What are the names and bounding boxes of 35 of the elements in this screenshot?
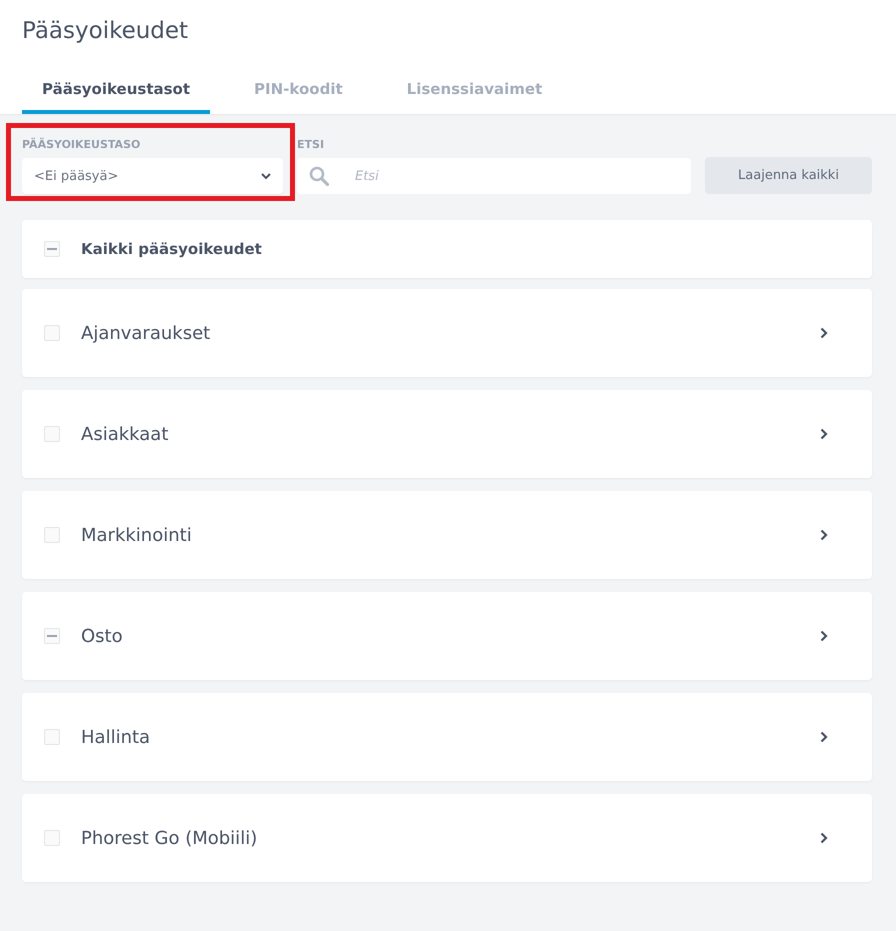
group-label: Osto [81, 626, 124, 646]
checkbox[interactable] [44, 325, 60, 341]
search-icon [309, 166, 329, 186]
chevron-down-icon [261, 172, 271, 180]
group-label: Asiakkaat [81, 424, 170, 444]
checkbox[interactable] [44, 426, 60, 442]
permission-group[interactable]: Osto [22, 592, 872, 680]
checkbox[interactable] [44, 241, 60, 257]
group-label: Phorest Go (Mobiili) [81, 828, 258, 848]
checkbox[interactable] [44, 628, 60, 644]
permission-group[interactable]: Ajanvaraukset [22, 289, 872, 377]
group-label: Markkinointi [81, 524, 193, 546]
tab[interactable]: Pääsyoikeustasot [22, 74, 210, 114]
permission-group[interactable]: Hallinta [22, 693, 872, 781]
field-label: ETSI [297, 138, 326, 151]
level-dropdown[interactable]: <Ei pääsyä> [22, 158, 283, 194]
chevron-right-icon [820, 731, 828, 743]
chevron-right-icon [820, 327, 828, 339]
row-label: Kaikki pääsyoikeudet [81, 240, 263, 258]
checkbox[interactable] [44, 830, 60, 846]
group-label: Ajanvaraukset [81, 322, 212, 344]
chevron-right-icon [820, 630, 828, 642]
chevron-right-icon [820, 832, 828, 844]
chevron-right-icon [820, 428, 828, 440]
search-field[interactable]: Etsi [297, 158, 691, 194]
permission-group[interactable]: Asiakkaat [22, 390, 872, 478]
permission-group[interactable]: Phorest Go (Mobiili) [22, 794, 872, 882]
permission-group[interactable]: Markkinointi [22, 491, 872, 579]
page-title: Pääsyoikeudet [22, 18, 190, 44]
group-label: Hallinta [81, 726, 152, 748]
checkbox[interactable] [44, 527, 60, 543]
expand-all-button[interactable]: Laajenna kaikki [705, 157, 872, 194]
chevron-right-icon [820, 529, 828, 541]
checkbox[interactable] [44, 729, 60, 745]
field-label: PÄÄSYOIKEUSTASO [22, 138, 142, 151]
